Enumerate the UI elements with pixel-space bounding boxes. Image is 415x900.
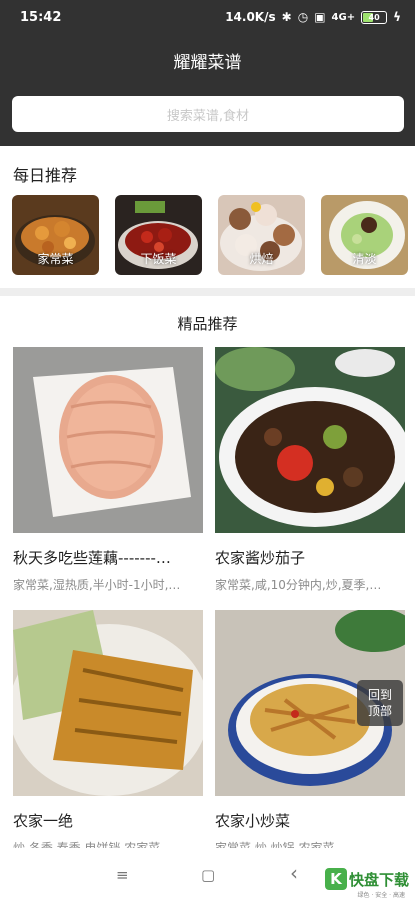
watermark-logo: K 快盘下载 绿色 · 安全 · 高速 bbox=[324, 868, 409, 899]
search-input[interactable]: 搜索菜谱,食材 bbox=[12, 96, 404, 132]
daily-card-home-style[interactable]: 家常菜 bbox=[12, 195, 99, 275]
charging-icon: ϟ bbox=[393, 10, 401, 24]
daily-categories: 家常菜 下饭菜 烘焙 清淡 bbox=[12, 195, 408, 275]
featured-section-title: 精品推荐 bbox=[177, 315, 238, 333]
daily-card-label: 下饭菜 bbox=[140, 252, 177, 266]
status-icons: 14.0K/s ✱ ◷ ▣ 4G+ 40 ϟ bbox=[225, 10, 401, 24]
section-divider bbox=[0, 288, 415, 296]
network-speed: 14.0K/s bbox=[225, 10, 276, 24]
recipe-card[interactable]: 农家酱炒茄子 家常菜,咸,10分钟内,炒,夏季,… bbox=[215, 347, 405, 593]
recipe-tags: 家常菜,咸,10分钟内,炒,夏季,… bbox=[215, 578, 382, 592]
recipe-card[interactable]: 农家小炒菜 家常菜,炒,炒锅,农家菜,… bbox=[215, 610, 405, 856]
daily-card-baking[interactable]: 烘焙 bbox=[218, 195, 305, 275]
bluetooth-icon: ✱ bbox=[281, 10, 292, 24]
menu-icon[interactable]: ≡ bbox=[116, 866, 129, 884]
recipe-image bbox=[215, 347, 405, 533]
daily-card-label: 家常菜 bbox=[37, 252, 74, 266]
logo-slogan: 绿色 · 安全 · 高速 bbox=[357, 892, 405, 899]
daily-card-label: 烘焙 bbox=[249, 252, 274, 266]
signal-icon: 4G+ bbox=[331, 11, 356, 23]
recipe-name: 农家酱炒茄子 bbox=[215, 549, 306, 567]
back-to-top-line2: 顶部 bbox=[367, 704, 392, 718]
app-header: 15:42 14.0K/s ✱ ◷ ▣ 4G+ 40 ϟ 耀耀菜谱 搜索菜谱,食… bbox=[0, 0, 415, 146]
hd-icon: ▣ bbox=[314, 10, 326, 24]
recipe-tags: 家常菜,湿热质,半小时-1小时,… bbox=[13, 578, 181, 592]
status-time: 15:42 bbox=[20, 10, 62, 25]
back-to-top-line1: 回到 bbox=[367, 688, 392, 702]
home-icon[interactable]: ▢ bbox=[201, 866, 215, 884]
page-title: 耀耀菜谱 bbox=[173, 53, 242, 73]
battery-level: 40 bbox=[368, 12, 380, 22]
alarm-icon: ◷ bbox=[297, 10, 309, 24]
recipe-image bbox=[13, 347, 203, 533]
daily-card-light[interactable]: 清淡 bbox=[321, 195, 408, 275]
recipe-card[interactable]: 秋天多吃些莲藕-------… 家常菜,湿热质,半小时-1小时,… bbox=[13, 347, 203, 593]
recipe-name: 农家一绝 bbox=[13, 812, 74, 830]
daily-card-rice-dishes[interactable]: 下饭菜 bbox=[115, 195, 202, 275]
battery-icon: 40 bbox=[361, 10, 388, 24]
status-bar: 15:42 14.0K/s ✱ ◷ ▣ 4G+ 40 ϟ bbox=[0, 0, 415, 36]
logo-text: 快盘下载 bbox=[348, 870, 409, 889]
recipe-name: 农家小炒菜 bbox=[215, 812, 291, 830]
back-icon[interactable]: ‹ bbox=[290, 861, 298, 885]
daily-section-title: 每日推荐 bbox=[13, 166, 78, 185]
recipe-name: 秋天多吃些莲藕-------… bbox=[13, 549, 171, 567]
logo-mark: K bbox=[324, 868, 347, 890]
back-to-top-button[interactable]: 回到 顶部 bbox=[357, 680, 403, 726]
recipe-card[interactable]: 农家一绝 炒,冬季,春季,电饼铛,农家菜,… bbox=[13, 610, 203, 856]
daily-card-label: 清淡 bbox=[352, 252, 377, 266]
recipe-image bbox=[13, 610, 203, 796]
